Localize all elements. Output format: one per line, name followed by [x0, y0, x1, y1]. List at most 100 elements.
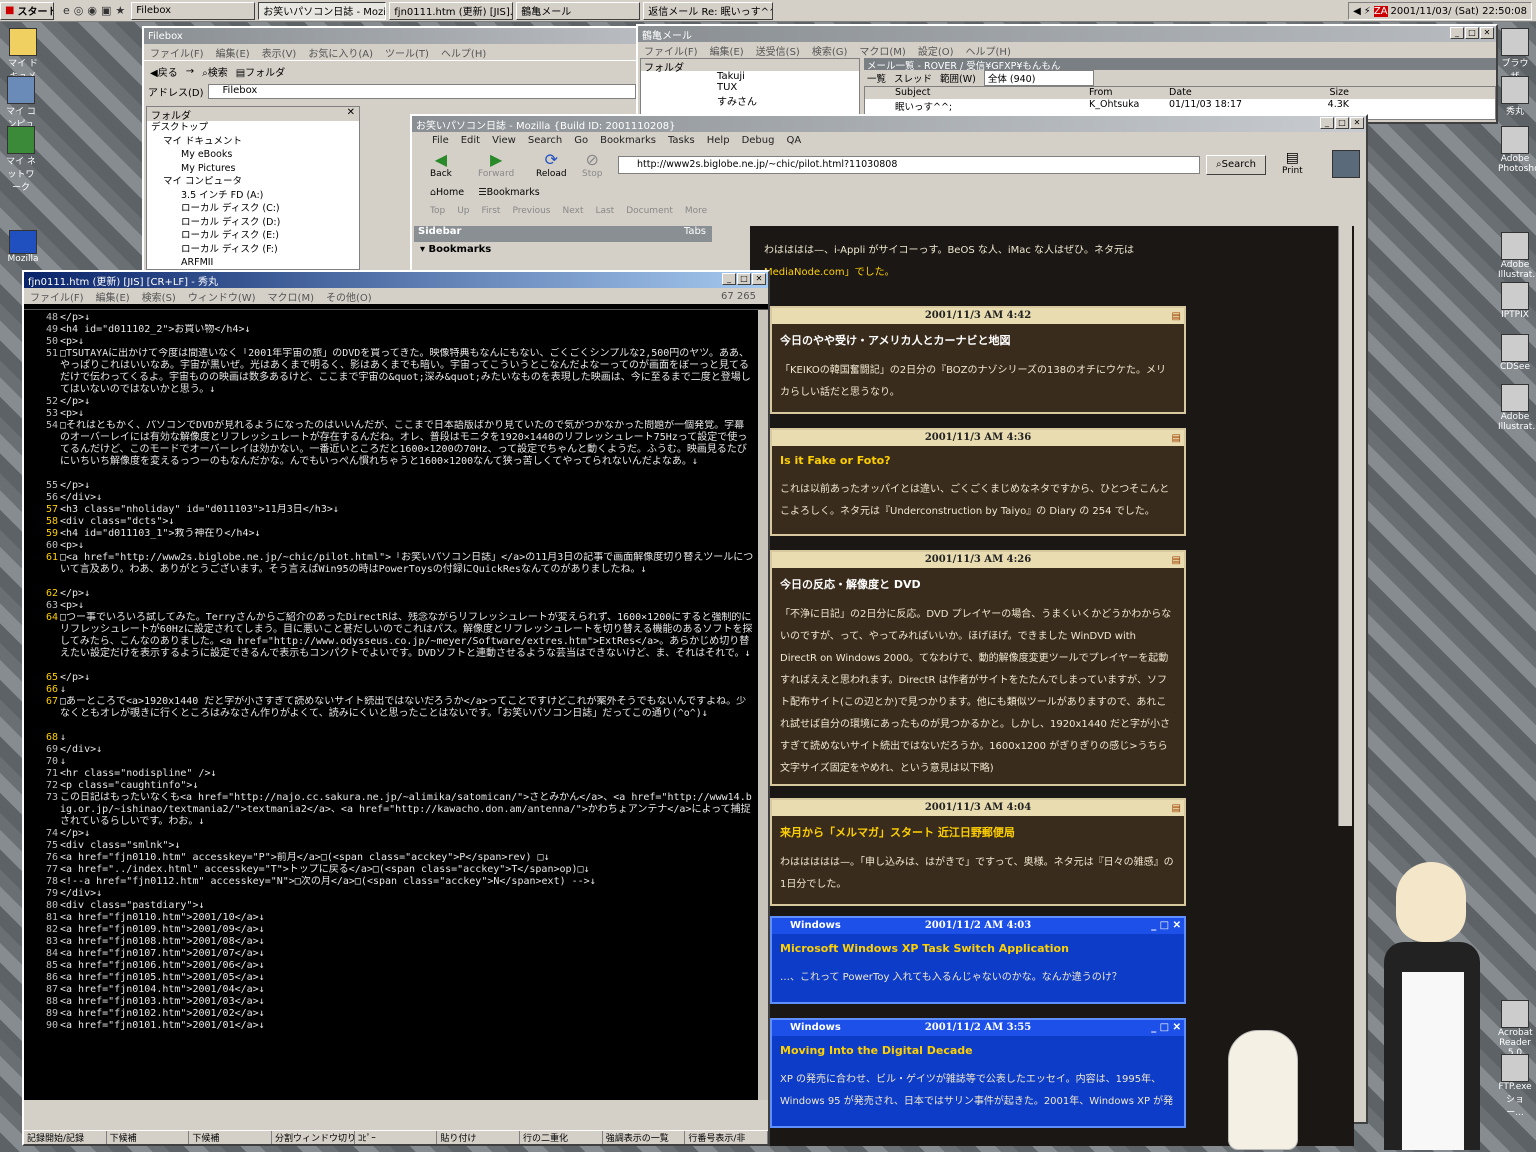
nav-last[interactable]: Last	[595, 206, 614, 216]
tree-item[interactable]: ローカル ディスク (E:)	[151, 229, 359, 243]
menu-file[interactable]: ファイル(F)	[24, 289, 90, 304]
code-line[interactable]: <a href="fjn0106.htm">2001/06</a>↓	[60, 960, 754, 972]
code-line[interactable]: <h4 id="d011103_1">救う神在り</h4>↓	[60, 528, 754, 540]
mozilla-throbber-icon[interactable]	[1332, 150, 1360, 178]
menu-search[interactable]: 検索(G)	[806, 43, 854, 58]
desktop-icon-photoshop[interactable]: Adobe Photosho...	[1498, 126, 1536, 174]
media-icon[interactable]: ◉	[87, 4, 97, 17]
menu-search[interactable]: Search	[522, 135, 568, 146]
tree-item[interactable]: 3.5 インチ FD (A:)	[151, 189, 359, 203]
filebox-titlebar[interactable]: Filebox	[144, 28, 636, 44]
back-button[interactable]: ◀戻る	[150, 64, 178, 79]
desktop-icon-network[interactable]: マイ ネットワーク	[4, 126, 38, 193]
minimize-button[interactable]: _	[1450, 27, 1464, 39]
nav-first[interactable]: First	[482, 206, 501, 216]
nav-up[interactable]: Up	[457, 206, 469, 216]
tree-item[interactable]: マイ ドキュメント	[151, 135, 359, 149]
tab-thread[interactable]: スレッド	[894, 71, 932, 85]
code-line[interactable]: □あーところで<a>1920x1440 だと字が小さすぎて読めないサイト続出では…	[60, 696, 754, 732]
code-line[interactable]: □それはともかく、パソコンでDVDが見れるようになったのはいいんだが、ここまで日…	[60, 420, 754, 480]
search-button[interactable]: ⌕検索	[202, 64, 228, 79]
status-function-key[interactable]: 分割ウィンドウ切り抜き	[272, 1131, 355, 1144]
nav-top[interactable]: Top	[430, 206, 445, 216]
status-function-key[interactable]: 強調表示の一覧	[603, 1131, 686, 1144]
clock[interactable]: 2001/11/03/ (Sat) 22:50:08	[1391, 6, 1527, 17]
task-reply-mail[interactable]: 返信メール Re: 眠いっす^^...	[643, 1, 774, 20]
status-function-key[interactable]: 下候補	[107, 1131, 190, 1144]
code-line[interactable]: </p>↓	[60, 672, 754, 684]
sidebar-bookmarks-panel[interactable]: ▾ Bookmarks	[414, 242, 712, 258]
code-line[interactable]: <!--a href="fjn0112.htm" accesskey="N">□…	[60, 876, 754, 888]
editor-scrollbar[interactable]	[758, 310, 768, 1100]
code-line[interactable]: <a href="fjn0101.htm">2001/01</a>↓	[60, 1020, 754, 1032]
blog-link[interactable]: MediaNode.com」でした。	[764, 267, 895, 278]
menu-debug[interactable]: Debug	[736, 135, 781, 146]
minimize-button[interactable]: _	[1320, 117, 1334, 129]
menu-window[interactable]: ウィンドウ(W)	[182, 289, 262, 304]
blog-scrollbar[interactable]	[1338, 226, 1352, 826]
entry-menu-icon[interactable]: ▤	[1172, 309, 1181, 325]
menu-file[interactable]: File	[426, 135, 455, 146]
code-line[interactable]: ↓	[60, 684, 754, 696]
stop-button[interactable]: ⊘ Stop	[582, 150, 602, 179]
code-line[interactable]: <div class="dcts">↓	[60, 516, 754, 528]
menu-edit[interactable]: Edit	[455, 135, 486, 146]
mail-row[interactable]: 眠いっす^^; K_Ohtsuka 01/11/03 18:17 4.3K	[865, 99, 1495, 113]
desktop-icon-illustrator-2[interactable]: Adobe Illustrat...	[1498, 384, 1536, 432]
code-line[interactable]: □TSUTAYAに出かけて今度は間違いなく「2001年宇宙の旅」のDVDを買って…	[60, 348, 754, 396]
nav-more[interactable]: More	[685, 206, 707, 216]
start-button[interactable]: ■ スタート	[0, 1, 54, 20]
desktop-icon-mozilla[interactable]: Mozilla	[6, 230, 40, 264]
task-mozilla[interactable]: お笑いパソコン日誌 - Mozi...	[258, 1, 387, 20]
code-line[interactable]: <a href="fjn0110.htm">2001/10</a>↓	[60, 912, 754, 924]
tree-item[interactable]: デスクトップ	[151, 121, 359, 135]
code-line[interactable]: <a href="fjn0107.htm">2001/07</a>↓	[60, 948, 754, 960]
code-line[interactable]: <hr class="nodispline" />↓	[60, 768, 754, 780]
status-function-key[interactable]: 貼り付け	[437, 1131, 521, 1144]
menu-macro[interactable]: マクロ(M)	[853, 43, 911, 58]
code-line[interactable]: <p>↓	[60, 540, 754, 552]
code-line[interactable]: </div>↓	[60, 744, 754, 756]
menu-bookmarks[interactable]: Bookmarks	[594, 135, 662, 146]
forward-button[interactable]: ▶ Forward	[478, 150, 514, 179]
tab-list[interactable]: 一覧	[867, 71, 886, 85]
sidebar-tabs-button[interactable]: Tabs	[684, 226, 706, 237]
task-hidemaru[interactable]: fjn0111.htm (更新) [JIS]...	[389, 1, 514, 20]
code-line[interactable]: <a href="fjn0102.htm">2001/02</a>↓	[60, 1008, 754, 1020]
print-button[interactable]: ▤ Print	[1282, 150, 1303, 176]
menu-file[interactable]: ファイル(F)	[638, 43, 704, 58]
status-function-key[interactable]: 下候補	[189, 1131, 273, 1144]
column-size[interactable]: Size	[1289, 87, 1349, 99]
code-line[interactable]: <a href="fjn0103.htm">2001/03</a>↓	[60, 996, 754, 1008]
maximize-button[interactable]: □	[737, 273, 751, 285]
code-line[interactable]: <a href="../index.html" accesskey="T">トッ…	[60, 864, 754, 876]
menu-macro[interactable]: マクロ(M)	[262, 289, 320, 304]
desktop-icon-browser[interactable]: ブラウザ	[1498, 28, 1532, 82]
status-function-key[interactable]: 行番号表示/非	[685, 1131, 769, 1144]
code-line[interactable]: <a href="fjn0105.htm">2001/05</a>↓	[60, 972, 754, 984]
desktop-icon-illustrator[interactable]: Adobe Illustrat...	[1498, 232, 1536, 280]
code-line[interactable]: </p>↓	[60, 396, 754, 408]
reload-button[interactable]: ⟳ Reload	[536, 150, 567, 179]
code-line[interactable]: <p>↓	[60, 600, 754, 612]
folders-button[interactable]: ▤フォルダ	[236, 64, 285, 79]
nav-previous[interactable]: Previous	[512, 206, 550, 216]
entry-menu-icon[interactable]: ▤	[1172, 801, 1181, 817]
desktop-icon-acrobat[interactable]: Acrobat Reader 5.0	[1498, 1000, 1533, 1058]
menu-other[interactable]: その他(O)	[320, 289, 378, 304]
desktop-icon-ftp[interactable]: FTP.exe ショー...	[1498, 1054, 1532, 1118]
menu-help[interactable]: ヘルプ(H)	[960, 43, 1017, 58]
range-select[interactable]: 全体 (940)	[983, 70, 1094, 86]
outlook-icon[interactable]: ◎	[74, 4, 84, 17]
menu-file[interactable]: ファイル(F)	[144, 45, 210, 60]
column-subject[interactable]: Subject	[865, 87, 1089, 99]
code-line[interactable]: </p>↓	[60, 312, 754, 324]
menu-go[interactable]: Go	[568, 135, 594, 146]
tree-item[interactable]: マイ コンピュータ	[151, 175, 359, 189]
code-line[interactable]: この日記はもったいなくも<a href="http://najo.cc.saku…	[60, 792, 754, 828]
desktop-icon-cdsee[interactable]: CDSee	[1498, 334, 1532, 372]
bookmarks-button[interactable]: ☰Bookmarks	[478, 187, 540, 198]
status-function-key[interactable]: 記録開始/記録	[24, 1131, 107, 1144]
back-button[interactable]: ◀ Back	[430, 150, 452, 179]
star-icon[interactable]: ★	[115, 4, 125, 17]
